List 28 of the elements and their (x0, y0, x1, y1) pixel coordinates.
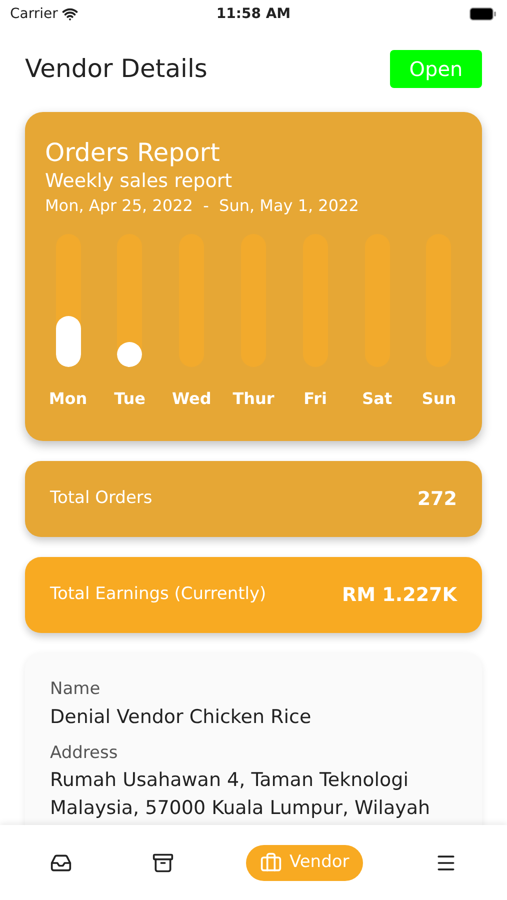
day-label: Mon (48, 388, 88, 410)
carrier-name: Carrier (10, 4, 58, 24)
day-label: Fri (304, 388, 327, 410)
stat-value: RM 1.227K (342, 582, 457, 608)
field-value: Denial Vendor Chicken Rice (50, 704, 312, 730)
status-badge: Open (390, 50, 482, 88)
tab-button[interactable]: Vendor (246, 845, 364, 881)
report-date-range: Mon, Apr 25, 2022 - Sun, May 1, 2022 (45, 195, 360, 217)
day-label: Tue (114, 388, 146, 410)
report-title: Orders Report (45, 138, 221, 168)
stat-label: Total Earnings (Currently) (50, 583, 266, 606)
report-subtitle: Weekly sales report (45, 169, 234, 194)
day-label: Sat (362, 388, 392, 410)
wifi-icon (62, 6, 78, 22)
field-label: Address (50, 742, 119, 764)
battery-icon (469, 7, 497, 21)
field-label: Name (50, 678, 102, 701)
inbox-icon (50, 852, 72, 874)
stat-label: Total Orders (50, 487, 152, 510)
briefcase-icon (260, 852, 282, 874)
day-label: Wed (172, 388, 212, 410)
archive-icon (152, 852, 174, 874)
page-title: Vendor Details (25, 53, 208, 86)
stat-value: 272 (417, 486, 457, 512)
status-time: 11:58 AM (216, 4, 291, 24)
day-label: Thur (232, 388, 274, 410)
day-label: Sun (422, 388, 456, 410)
field-value: Rumah Usahawan 4, Taman Teknologi Malaysia, 57000 Kuala Lumpur, Wilayah (50, 768, 432, 821)
